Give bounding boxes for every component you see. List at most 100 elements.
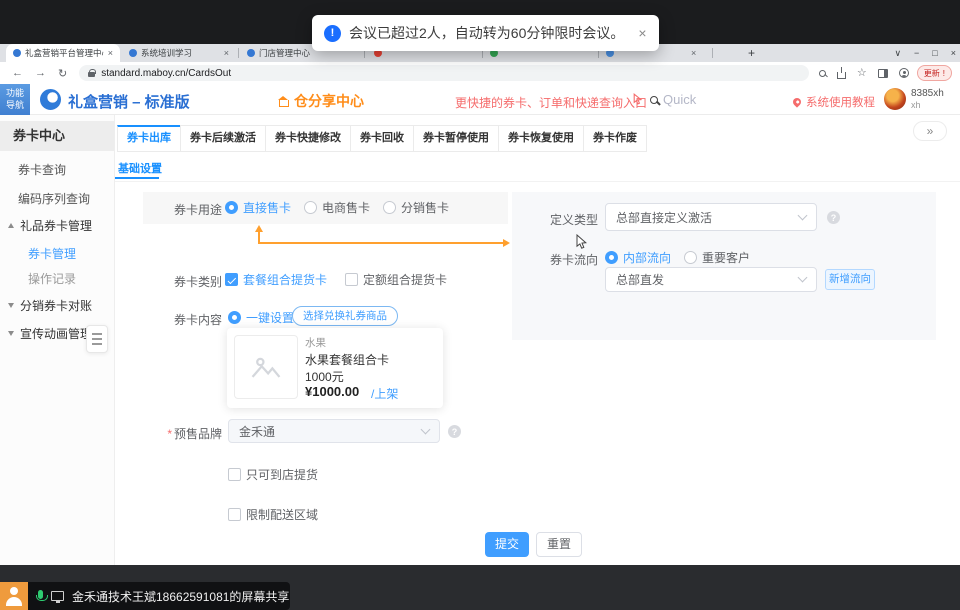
define-type-select[interactable]: 总部直接定义激活 (605, 203, 817, 231)
product-tag: 水果 (305, 335, 326, 350)
sidebar-title: 券卡中心 (0, 121, 114, 151)
tab-close-icon[interactable]: × (691, 48, 696, 58)
category-label: 券卡类别 (115, 273, 222, 290)
usage-label: 券卡用途 (115, 201, 222, 218)
reload-icon[interactable]: ↻ (58, 67, 67, 80)
lock-icon (88, 72, 95, 77)
radio-ecommerce-sale[interactable]: 电商售卡 (304, 199, 370, 216)
sidebar-item-card-query[interactable]: 券卡查询 (18, 161, 66, 178)
user-subname: xh (911, 100, 921, 110)
tab-card-suspend[interactable]: 券卡暂停使用 (413, 125, 499, 152)
product-spec: 1000元 (305, 368, 344, 385)
app-logo-icon (40, 89, 61, 110)
window-minimize-button[interactable]: − (914, 48, 919, 58)
tab-card-void[interactable]: 券卡作废 (583, 125, 647, 152)
share-center-link[interactable]: 仓分享中心 (279, 91, 364, 111)
checkbox-fixed-amount-card[interactable]: 定额组合提货卡 (345, 271, 447, 288)
collapse-panel-button[interactable]: » (913, 121, 947, 141)
warehouse-icon (279, 100, 289, 107)
forward-icon[interactable]: → (35, 67, 46, 79)
nav-toggle-line1: 功能 (6, 88, 24, 99)
radio-checked-icon (228, 311, 241, 324)
checkbox-checked-icon (225, 273, 238, 286)
location-pin-icon (791, 96, 802, 107)
checkbox-combo-pickup-card[interactable]: 套餐组合提货卡 (225, 271, 327, 288)
add-flow-button[interactable]: 新增流向 (825, 269, 875, 290)
window-maximize-button[interactable]: □ (932, 48, 937, 58)
sidebar-drag-handle[interactable] (86, 325, 108, 353)
tutorial-link[interactable]: 系统使用教程 (793, 94, 875, 110)
define-type-help-icon[interactable]: ? (827, 211, 840, 224)
pointer-hand-icon (631, 93, 643, 111)
radio-checked-icon (605, 251, 618, 264)
screen-share-text: 金禾通技术王斌18662591081的屏幕共享 (72, 588, 289, 605)
address-bar[interactable]: standard.maboy.cn/CardsOut (79, 65, 809, 81)
checkbox-store-pickup-only[interactable]: 只可到店提货 (228, 466, 318, 483)
subtab-basic-settings[interactable]: 基础设置 (118, 160, 162, 176)
quick-search-label: Quick (663, 92, 696, 107)
sidebar-group-promo-animation[interactable]: 宣传动画管理 (8, 325, 92, 342)
choose-gift-products-button[interactable]: 选择兑换礼券商品 (292, 306, 398, 326)
tab-card-outbound[interactable]: 券卡出库 (117, 125, 181, 152)
reading-list-icon[interactable] (878, 69, 888, 78)
brand-help-icon[interactable]: ? (448, 425, 461, 438)
card-action-tabs: 券卡出库 券卡后续激活 券卡快捷修改 券卡回收 券卡暂停使用 券卡恢复使用 券卡… (118, 125, 647, 152)
new-tab-button[interactable]: + (748, 46, 755, 60)
profile-icon[interactable] (899, 68, 909, 78)
tab-card-resume[interactable]: 券卡恢复使用 (498, 125, 584, 152)
brand-select[interactable]: 金禾通 (228, 419, 440, 443)
update-bang: ! (943, 69, 945, 78)
window-close-button[interactable]: × (951, 48, 956, 58)
tab-close-icon[interactable]: × (224, 48, 229, 58)
flow-arrow-horizontal (258, 242, 503, 244)
tab-card-quick-edit[interactable]: 券卡快捷修改 (265, 125, 351, 152)
checkbox-icon (228, 508, 241, 521)
browser-tab-gift-admin[interactable]: 礼盒营销平台管理中心 × (6, 44, 120, 62)
share-icon[interactable] (837, 72, 846, 79)
content-radio[interactable]: 一键设置 (228, 309, 294, 326)
quick-search[interactable]: Quick (650, 92, 696, 107)
function-nav-toggle[interactable]: 功能 导航 (0, 84, 30, 115)
bookmark-star-icon[interactable]: ☆ (857, 68, 867, 79)
user-avatar[interactable] (884, 88, 906, 110)
sidebar-item-code-sequence-query[interactable]: 编码序列查询 (18, 190, 90, 207)
meeting-toast: ! 会议已超过2人，自动转为60分钟限时会议。 × (312, 15, 659, 51)
radio-vip-customer[interactable]: 重要客户 (684, 249, 750, 266)
radio-icon (304, 201, 317, 214)
app-header: 功能 导航 礼盒营销 – 标准版 仓分享中心 更快捷的券卡、订单和快递查询入口 … (0, 84, 960, 115)
sidebar-item-operation-log[interactable]: 操作记录 (28, 270, 76, 287)
tab-close-icon[interactable]: × (108, 48, 113, 58)
tab-card-recycle[interactable]: 券卡回收 (350, 125, 414, 152)
toast-close-icon[interactable]: × (638, 25, 646, 41)
zoom-icon[interactable] (819, 70, 826, 77)
divider (115, 181, 960, 182)
browser-menu-icon[interactable]: ∨ (894, 48, 901, 59)
browser-update-button[interactable]: 更新 ! (917, 65, 952, 81)
sidebar-group-gift-card-mgmt[interactable]: 礼品券卡管理 (8, 217, 92, 234)
radio-internal-flow[interactable]: 内部流向 (605, 249, 671, 266)
checkbox-limit-delivery-area[interactable]: 限制配送区域 (228, 506, 318, 523)
submit-button[interactable]: 提交 (485, 532, 529, 557)
tab-card-followup-activate[interactable]: 券卡后续激活 (180, 125, 266, 152)
participant-icon[interactable] (0, 582, 28, 610)
microphone-icon[interactable] (38, 590, 43, 599)
sidebar-group-label: 宣传动画管理 (20, 325, 92, 342)
reset-button[interactable]: 重置 (536, 532, 582, 557)
checkbox-label: 限制配送区域 (246, 506, 318, 523)
handle-bars-icon (92, 333, 102, 345)
sidebar-item-card-management[interactable]: 券卡管理 (28, 245, 76, 262)
flow-select[interactable]: 总部直发 (605, 267, 817, 292)
expand-arrow-icon (8, 303, 14, 308)
radio-direct-sale[interactable]: 直接售卡 (225, 199, 291, 216)
product-status-link[interactable]: /上架 (371, 385, 398, 402)
expand-arrow-icon (8, 331, 14, 336)
browser-tab-training[interactable]: 系统培训学习 × (122, 44, 236, 62)
collapse-arrow-icon (8, 223, 14, 228)
back-icon[interactable]: ← (12, 67, 23, 79)
sidebar-group-distribution-reconcile[interactable]: 分销券卡对账 (8, 297, 92, 314)
flow-arrow-up-head (255, 225, 263, 232)
user-name: 8385xh (911, 88, 944, 99)
browser-toolbar: ← → ↻ standard.maboy.cn/CardsOut ☆ 更新 ! (0, 62, 960, 84)
screen-share-bar: 金禾通技术王斌18662591081的屏幕共享 (0, 565, 960, 610)
radio-distribution-sale[interactable]: 分销售卡 (383, 199, 449, 216)
